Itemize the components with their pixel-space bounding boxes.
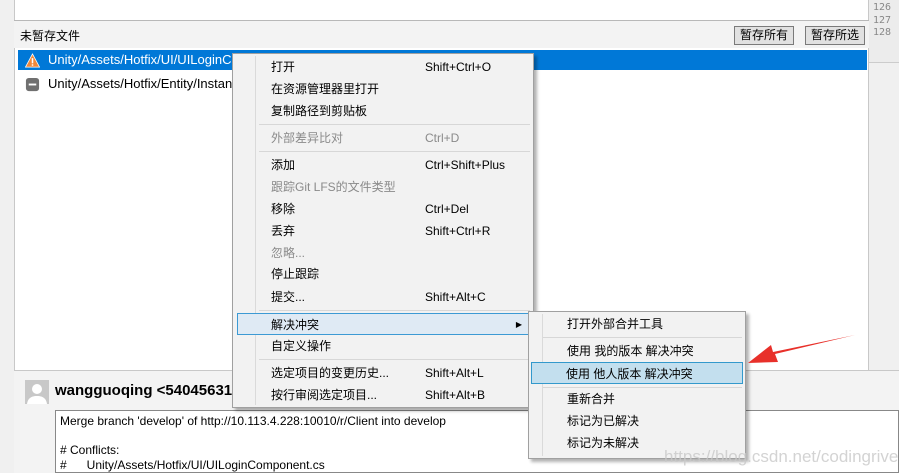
watermark: https://blog.csdn.net/codingriver — [664, 447, 899, 466]
file-path: Unity/Assets/Hotfix/Entity/Instan — [48, 76, 233, 91]
line-number: 127 — [873, 14, 892, 26]
commit-author: wangguoqing <54045631 — [55, 382, 233, 399]
menu-separator — [259, 359, 530, 360]
menu-item-track-lfs: 跟踪Git LFS的文件类型 — [235, 176, 531, 198]
menu-item-custom-actions[interactable]: 自定义操作 — [235, 335, 531, 357]
menu-item-history[interactable]: 选定项目的变更历史... Shift+Alt+L — [235, 362, 531, 384]
menu-label: 按行审阅选定项目... — [271, 388, 378, 402]
menu-label: 重新合并 — [567, 392, 616, 406]
menu-label: 外部差异比对 — [271, 131, 344, 145]
submenu-arrow-icon: ▶ — [515, 320, 522, 329]
unstaged-title: 未暂存文件 — [20, 29, 81, 43]
menu-shortcut: Ctrl+Shift+Plus — [425, 158, 506, 172]
menu-label: 打开 — [271, 60, 296, 74]
menu-shortcut: Shift+Ctrl+O — [425, 60, 492, 74]
menu-item-commit[interactable]: 提交... Shift+Alt+C — [235, 286, 531, 308]
menu-shortcut: Shift+Alt+C — [425, 290, 486, 304]
menu-item-blame[interactable]: 按行审阅选定项目... Shift+Alt+B — [235, 384, 531, 406]
menu-label: 添加 — [271, 158, 296, 172]
avatar — [25, 380, 49, 404]
menu-label: 使用 我的版本 解决冲突 — [567, 344, 694, 358]
menu-label: 标记为已解决 — [567, 414, 640, 428]
menu-separator — [259, 151, 530, 152]
menu-separator — [259, 310, 530, 311]
menu-label: 解决冲突 — [271, 318, 320, 332]
menu-shortcut: Ctrl+D — [425, 131, 460, 145]
menu-label: 自定义操作 — [271, 339, 332, 353]
resolve-conflicts-submenu: 打开外部合并工具 使用 我的版本 解决冲突 使用 他人版本 解决冲突 重新合并 … — [528, 311, 746, 459]
submenu-item-use-theirs[interactable]: 使用 他人版本 解决冲突 — [531, 362, 743, 384]
menu-label: 复制路径到剪贴板 — [271, 104, 368, 118]
menu-item-external-diff: 外部差异比对 Ctrl+D — [235, 127, 531, 149]
menu-shortcut: Ctrl+Del — [425, 202, 469, 216]
submenu-item-remerge[interactable]: 重新合并 — [531, 388, 743, 410]
menu-shortcut: Shift+Ctrl+R — [425, 224, 491, 238]
menu-label: 移除 — [271, 202, 296, 216]
context-menu: 打开 Shift+Ctrl+O 在资源管理器里打开 复制路径到剪贴板 外部差异比对… — [232, 53, 534, 408]
removed-icon — [25, 77, 40, 92]
stage-selected-button[interactable]: 暂存所选 — [805, 26, 866, 45]
menu-label: 标记为未解决 — [567, 436, 640, 450]
menu-label: 停止跟踪 — [271, 267, 320, 281]
unstaged-header: 未暂存文件 暂存所有 暂存所选 — [14, 20, 869, 48]
line-number: 126 — [873, 2, 892, 13]
submenu-item-external-merge[interactable]: 打开外部合并工具 — [531, 313, 743, 335]
menu-item-copy-path[interactable]: 复制路径到剪贴板 — [235, 100, 531, 122]
menu-item-resolve-conflicts[interactable]: 解决冲突 ▶ — [237, 313, 529, 335]
submenu-item-mark-resolved[interactable]: 标记为已解决 — [531, 410, 743, 432]
menu-label: 跟踪Git LFS的文件类型 — [271, 180, 396, 194]
menu-label: 打开外部合并工具 — [567, 317, 664, 331]
menu-label: 在资源管理器里打开 — [271, 82, 380, 96]
menu-shortcut: Shift+Alt+B — [425, 388, 486, 402]
menu-label: 忽略... — [271, 246, 306, 260]
menu-label: 选定项目的变更历史... — [271, 366, 390, 380]
submenu-item-use-mine[interactable]: 使用 我的版本 解决冲突 — [531, 340, 743, 362]
menu-item-discard[interactable]: 丢弃 Shift+Ctrl+R — [235, 220, 531, 242]
menu-shortcut: Shift+Alt+L — [425, 366, 484, 380]
menu-item-open[interactable]: 打开 Shift+Ctrl+O — [235, 56, 531, 78]
stage-all-button[interactable]: 暂存所有 — [734, 26, 795, 45]
menu-separator — [259, 124, 530, 125]
warning-icon — [25, 53, 40, 68]
menu-label: 提交... — [271, 290, 306, 304]
menu-item-open-in-explorer[interactable]: 在资源管理器里打开 — [235, 78, 531, 100]
menu-label: 使用 他人版本 解决冲突 — [566, 367, 693, 381]
red-arrow-annotation — [748, 335, 855, 363]
menu-item-stop-tracking[interactable]: 停止跟踪 — [235, 263, 531, 285]
gutter-area — [869, 62, 899, 370]
menu-separator — [543, 337, 742, 338]
menu-item-remove[interactable]: 移除 Ctrl+Del — [235, 198, 531, 220]
menu-label: 丢弃 — [271, 224, 296, 238]
menu-item-ignore: 忽略... — [235, 242, 531, 264]
menu-item-add[interactable]: 添加 Ctrl+Shift+Plus — [235, 154, 531, 176]
line-number-gutter: 126 127 128 — [869, 0, 899, 62]
line-number: 128 — [873, 27, 892, 38]
